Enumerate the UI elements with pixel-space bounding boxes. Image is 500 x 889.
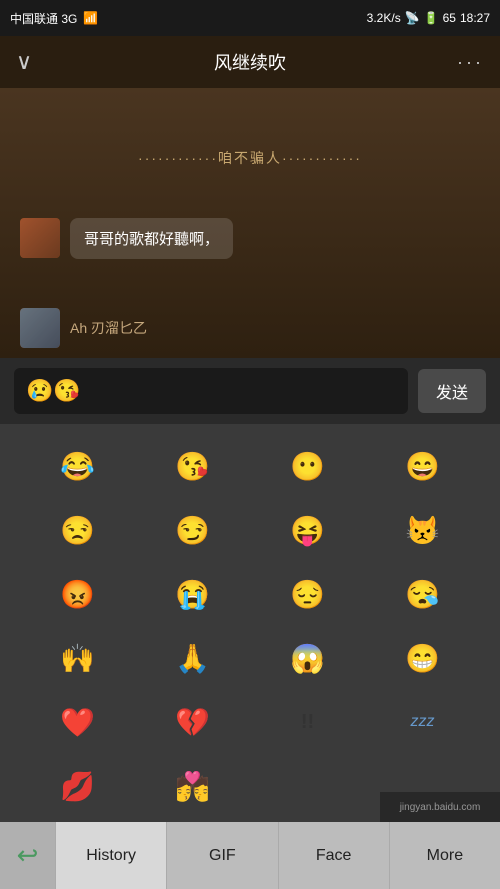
status-carrier: 中国联通 3G 📶 (10, 10, 98, 27)
emoji-raised-hands[interactable]: 🙌 (48, 634, 108, 682)
emoji-grin[interactable]: 😄 (393, 442, 453, 490)
emoji-laughcry[interactable]: 😂 (48, 442, 108, 490)
emoji-grid: 😂 😘 😶 😄 😒 😏 😝 😾 😡 😭 😔 😪 🙌 🙏 😱 😁 (0, 424, 500, 828)
input-panel: 😢😘 发送 😂 😘 😶 😄 😒 😏 😝 😾 😡 😭 😔 😪 🙌 (0, 358, 500, 828)
signal-icon: 📶 (83, 11, 98, 25)
bottom-tab-bar: ↩ History GIF Face More (0, 822, 500, 889)
emoji-heart[interactable]: ❤️ (48, 698, 108, 746)
comment-3-text: Ah 刃溜匕乙 (70, 318, 147, 338)
emoji-row-4: 🙌 🙏 😱 😁 (0, 626, 500, 690)
tab-gif[interactable]: GIF (166, 822, 277, 889)
emoji-smirk[interactable]: 😏 (163, 506, 223, 554)
back-arrow-icon: ↩ (17, 840, 39, 871)
emoji-tongue[interactable]: 😝 (278, 506, 338, 554)
keyboard-back-button[interactable]: ↩ (0, 822, 55, 889)
comment-2: 哥哥的歌都好聽啊， (20, 218, 233, 259)
emoji-sob[interactable]: 😭 (163, 570, 223, 618)
comment-3: Ah 刃溜匕乙 (20, 308, 147, 348)
emoji-lips[interactable]: 💋 (48, 762, 108, 810)
comment-1: ············咱不骗人············ (30, 148, 470, 168)
avatar (20, 218, 60, 258)
tab-history[interactable]: History (55, 822, 166, 889)
clock: 18:27 (460, 11, 490, 25)
avatar-2 (20, 308, 60, 348)
emoji-row-2: 😒 😏 😝 😾 (0, 498, 500, 562)
text-input[interactable]: 😢😘 (14, 368, 408, 414)
emoji-pray[interactable]: 🙏 (163, 634, 223, 682)
emoji-exclamation[interactable]: !! (278, 698, 338, 746)
more-button[interactable]: ··· (457, 52, 484, 73)
emoji-angry[interactable]: 😡 (48, 570, 108, 618)
status-bar: 中国联通 3G 📶 3.2K/s 📡 🔋 65 18:27 (0, 0, 500, 36)
back-button[interactable]: ∨ (16, 49, 32, 75)
battery-level: 65 (443, 11, 456, 25)
tab-face[interactable]: Face (278, 822, 389, 889)
emoji-scream[interactable]: 😱 (278, 634, 338, 682)
emoji-zzz[interactable]: zzz (393, 698, 453, 746)
battery-icon: 🔋 (424, 11, 439, 25)
watermark: jingyan.baidu.com (380, 792, 500, 822)
page-title: 风继续吹 (214, 49, 286, 75)
chat-bubble: 哥哥的歌都好聽啊， (70, 218, 233, 259)
emoji-kiss[interactable]: 😘 (163, 442, 223, 490)
send-button[interactable]: 发送 (418, 369, 486, 413)
emoji-unamused[interactable]: 😒 (48, 506, 108, 554)
emoji-row-5: ❤️ 💔 !! zzz (0, 690, 500, 754)
emoji-pensive[interactable]: 😔 (278, 570, 338, 618)
emoji-row-1: 😂 😘 😶 😄 (0, 434, 500, 498)
emoji-beam[interactable]: 😁 (393, 634, 453, 682)
emoji-row-3: 😡 😭 😔 😪 (0, 562, 500, 626)
emoji-couple-heart[interactable]: 💏 (163, 762, 223, 810)
emoji-sleepy[interactable]: 😪 (393, 570, 453, 618)
emoji-broken-heart[interactable]: 💔 (163, 698, 223, 746)
chat-area: ············咱不骗人············ 哥哥的歌都好聽啊， A… (0, 88, 500, 358)
carrier-text: 中国联通 3G (10, 10, 77, 27)
title-bar: ∨ 风继续吹 ··· (0, 36, 500, 88)
network-speed: 3.2K/s (367, 11, 401, 25)
wifi-icon: 📡 (405, 11, 420, 25)
status-right: 3.2K/s 📡 🔋 65 18:27 (367, 11, 490, 25)
input-row: 😢😘 发送 (0, 358, 500, 424)
bubble-text: 哥哥的歌都好聽啊， (84, 231, 219, 248)
tab-more[interactable]: More (389, 822, 500, 889)
comment-1-text: ············咱不骗人············ (138, 148, 362, 168)
emoji-pouting-cat[interactable]: 😾 (393, 506, 453, 554)
emoji-nomouth[interactable]: 😶 (278, 442, 338, 490)
